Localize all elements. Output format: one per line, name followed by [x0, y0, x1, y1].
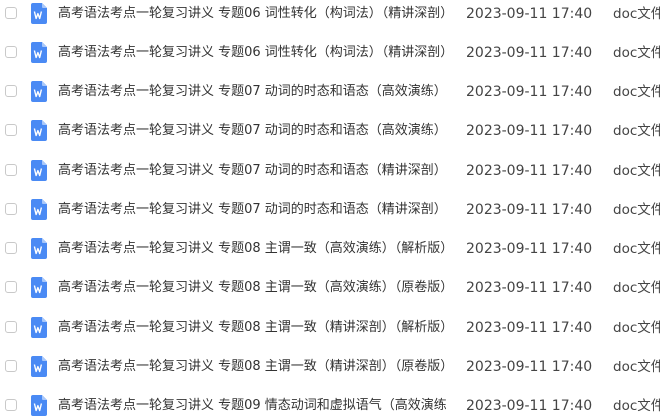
word-doc-icon — [31, 395, 47, 416]
file-name[interactable]: 高考语法考点一轮复习讲义 专题06 词性转化（构词法）（精讲深剖）（ — [58, 44, 446, 62]
file-row[interactable]: 高考语法考点一轮复习讲义 专题07 动词的时态和语态（高效演练）（解 2023-… — [0, 72, 660, 111]
word-doc-icon — [31, 160, 47, 181]
file-row[interactable]: 高考语法考点一轮复习讲义 专题07 动词的时态和语态（精讲深剖）（解 2023-… — [0, 151, 660, 190]
file-name[interactable]: 高考语法考点一轮复习讲义 专题08 主谓一致（高效演练）（解析版）.doc — [58, 240, 446, 258]
file-name[interactable]: 高考语法考点一轮复习讲义 专题07 动词的时态和语态（高效演练）（原 — [58, 122, 446, 140]
file-date: 2023-09-11 17:40 — [466, 280, 593, 296]
file-type: doc文件 — [613, 84, 660, 100]
file-name[interactable]: 高考语法考点一轮复习讲义 专题07 动词的时态和语态（精讲深剖）（解 — [58, 162, 446, 180]
file-date: 2023-09-11 17:40 — [466, 241, 593, 257]
file-row[interactable]: 高考语法考点一轮复习讲义 专题07 动词的时态和语态（高效演练）（原 2023-… — [0, 111, 660, 150]
file-row[interactable]: 高考语法考点一轮复习讲义 专题06 词性转化（构词法）（精讲深剖）（ 2023-… — [0, 33, 660, 72]
word-doc-icon — [31, 3, 47, 24]
file-row[interactable]: 高考语法考点一轮复习讲义 专题08 主谓一致（高效演练）（解析版）.doc 20… — [0, 229, 660, 268]
file-type: doc文件 — [613, 123, 660, 139]
row-checkbox[interactable] — [5, 85, 17, 97]
file-name[interactable]: 高考语法考点一轮复习讲义 专题07 动词的时态和语态（高效演练）（解 — [58, 83, 446, 101]
file-type: doc文件 — [613, 398, 660, 414]
row-checkbox[interactable] — [5, 7, 17, 19]
file-type: doc文件 — [613, 6, 660, 22]
file-name[interactable]: 高考语法考点一轮复习讲义 专题07 动词的时态和语态（精讲深剖）（原 — [58, 201, 446, 219]
file-type: doc文件 — [613, 241, 660, 257]
file-name[interactable]: 高考语法考点一轮复习讲义 专题08 主谓一致（精讲深剖）（原卷版）.doc — [58, 358, 446, 376]
row-checkbox[interactable] — [5, 281, 17, 293]
file-date: 2023-09-11 17:40 — [466, 123, 593, 139]
file-type: doc文件 — [613, 45, 660, 61]
file-row[interactable]: 高考语法考点一轮复习讲义 专题06 词性转化（构词法）（精讲深剖）（ 2023-… — [0, 0, 660, 33]
file-type: doc文件 — [613, 202, 660, 218]
file-date: 2023-09-11 17:40 — [466, 359, 593, 375]
file-name[interactable]: 高考语法考点一轮复习讲义 专题08 主谓一致（高效演练）（原卷版）.doc — [58, 279, 446, 297]
word-doc-icon — [31, 317, 47, 338]
row-checkbox[interactable] — [5, 242, 17, 254]
file-name[interactable]: 高考语法考点一轮复习讲义 专题09 情态动词和虚拟语气（高效演练）（ — [58, 397, 446, 415]
file-type: doc文件 — [613, 163, 660, 179]
word-doc-icon — [31, 277, 47, 298]
file-date: 2023-09-11 17:40 — [466, 398, 593, 414]
row-checkbox[interactable] — [5, 124, 17, 136]
file-list: 高考语法考点一轮复习讲义 专题06 词性转化（构词法）（精讲深剖）（ 2023-… — [0, 0, 660, 419]
row-checkbox[interactable] — [5, 164, 17, 176]
word-doc-icon — [31, 356, 47, 377]
file-row[interactable]: 高考语法考点一轮复习讲义 专题09 情态动词和虚拟语气（高效演练）（ 2023-… — [0, 386, 660, 419]
file-row[interactable]: 高考语法考点一轮复习讲义 专题08 主谓一致（精讲深剖）（原卷版）.doc 20… — [0, 347, 660, 386]
file-date: 2023-09-11 17:40 — [466, 45, 593, 61]
word-doc-icon — [31, 120, 47, 141]
row-checkbox[interactable] — [5, 46, 17, 58]
file-row[interactable]: 高考语法考点一轮复习讲义 专题07 动词的时态和语态（精讲深剖）（原 2023-… — [0, 190, 660, 229]
row-checkbox[interactable] — [5, 321, 17, 333]
row-checkbox[interactable] — [5, 203, 17, 215]
file-date: 2023-09-11 17:40 — [466, 320, 593, 336]
file-name[interactable]: 高考语法考点一轮复习讲义 专题08 主谓一致（精讲深剖）（解析版）.doc — [58, 319, 446, 337]
word-doc-icon — [31, 42, 47, 63]
file-name[interactable]: 高考语法考点一轮复习讲义 专题06 词性转化（构词法）（精讲深剖）（ — [58, 5, 446, 23]
word-doc-icon — [31, 238, 47, 259]
file-type: doc文件 — [613, 280, 660, 296]
file-type: doc文件 — [613, 320, 660, 336]
file-date: 2023-09-11 17:40 — [466, 202, 593, 218]
row-checkbox[interactable] — [5, 399, 17, 411]
file-row[interactable]: 高考语法考点一轮复习讲义 专题08 主谓一致（精讲深剖）（解析版）.doc 20… — [0, 308, 660, 347]
file-row[interactable]: 高考语法考点一轮复习讲义 专题08 主谓一致（高效演练）（原卷版）.doc 20… — [0, 268, 660, 307]
word-doc-icon — [31, 81, 47, 102]
file-date: 2023-09-11 17:40 — [466, 84, 593, 100]
file-date: 2023-09-11 17:40 — [466, 6, 593, 22]
file-type: doc文件 — [613, 359, 660, 375]
word-doc-icon — [31, 199, 47, 220]
file-date: 2023-09-11 17:40 — [466, 163, 593, 179]
row-checkbox[interactable] — [5, 360, 17, 372]
